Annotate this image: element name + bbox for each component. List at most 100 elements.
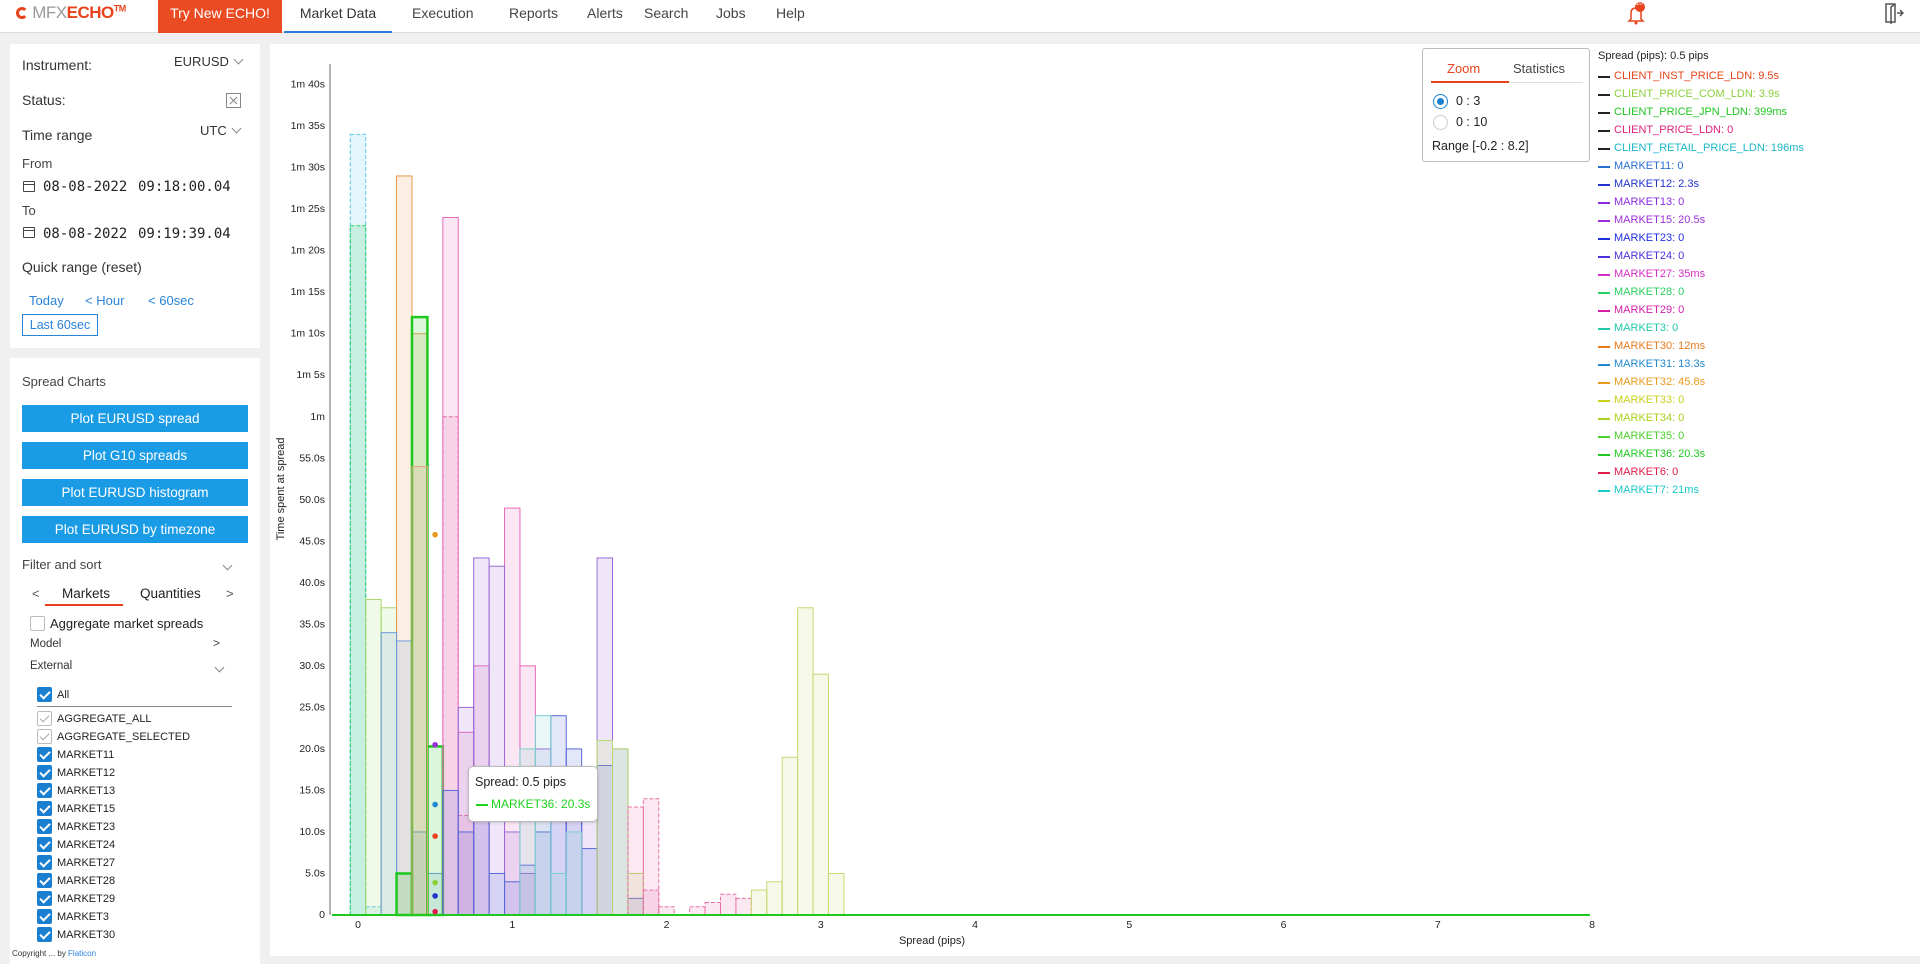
histogram-bar[interactable] <box>395 872 414 917</box>
mfx-echo-logo[interactable]: MFXECHOTM <box>16 3 126 23</box>
market-checkbox-market29[interactable] <box>37 891 52 906</box>
legend-item[interactable]: MARKET15: 20.5s <box>1598 212 1918 230</box>
legend-item[interactable]: MARKET35: 0 <box>1598 428 1918 446</box>
histogram-bar[interactable] <box>781 756 799 916</box>
nav-help[interactable]: Help <box>776 0 805 33</box>
histogram-bar[interactable] <box>457 831 475 916</box>
legend-item[interactable]: MARKET6: 0 <box>1598 464 1918 482</box>
market-checkbox-market12[interactable] <box>37 765 52 780</box>
legend-item[interactable]: MARKET23: 0 <box>1598 230 1918 248</box>
calendar-icon[interactable] <box>23 227 35 238</box>
legend-item[interactable]: MARKET28: 0 <box>1598 284 1918 302</box>
status-clear-icon[interactable] <box>226 93 241 108</box>
notification-bell-icon[interactable]: 10+ <box>1624 1 1648 26</box>
quick-hour-button[interactable]: < Hour <box>85 293 124 308</box>
nav-search[interactable]: Search <box>644 0 688 33</box>
histogram-bar[interactable] <box>380 632 398 916</box>
plot-g10-spreads-button[interactable]: Plot G10 spreads <box>22 442 248 469</box>
from-date-input[interactable]: 08-08-2022 <box>43 179 127 195</box>
from-time-input[interactable]: 09:18:00.04 <box>138 179 231 195</box>
flaticon-link[interactable]: Flaticon <box>68 949 96 958</box>
nav-alerts[interactable]: Alerts <box>587 0 623 33</box>
histogram-bar[interactable] <box>750 889 768 916</box>
histogram-bar[interactable] <box>426 745 445 917</box>
histogram-bar[interactable] <box>442 789 459 916</box>
legend-item[interactable]: MARKET12: 2.3s <box>1598 176 1918 194</box>
plot-eurusd-spread-button[interactable]: Plot EURUSD spread <box>22 405 248 432</box>
instrument-select[interactable]: EURUSD <box>174 54 244 69</box>
histogram-bar[interactable] <box>488 872 506 916</box>
legend-item[interactable]: CLIENT_PRICE_LDN: 0 <box>1598 122 1918 140</box>
to-date-input[interactable]: 08-08-2022 <box>43 226 127 242</box>
histogram-bar[interactable] <box>689 906 706 916</box>
tab-quantities[interactable]: Quantities <box>140 586 201 601</box>
market-checkbox-market3[interactable] <box>37 909 52 924</box>
legend-item[interactable]: MARKET27: 35ms <box>1598 266 1918 284</box>
histogram-bar[interactable] <box>565 831 583 916</box>
histogram-bar[interactable] <box>349 225 367 916</box>
legend-item[interactable]: MARKET32: 45.8s <box>1598 374 1918 392</box>
model-label[interactable]: Model <box>30 638 61 650</box>
histogram-bar[interactable] <box>812 673 829 916</box>
market-checkbox-market23[interactable] <box>37 819 52 834</box>
tab-markets[interactable]: Markets <box>62 586 110 601</box>
to-time-input[interactable]: 09:19:39.04 <box>138 226 231 242</box>
legend-item[interactable]: MARKET33: 0 <box>1598 392 1918 410</box>
histogram-bar[interactable] <box>797 607 814 916</box>
legend-item[interactable]: CLIENT_RETAIL_PRICE_LDN: 196ms <box>1598 140 1918 158</box>
histogram-bar[interactable] <box>596 740 614 916</box>
histogram-bar[interactable] <box>411 466 428 916</box>
histogram-bar[interactable] <box>658 906 675 916</box>
histogram-bar[interactable] <box>504 881 521 916</box>
market-checkbox-aggregate_selected[interactable] <box>37 729 52 744</box>
tab-statistics[interactable]: Statistics <box>1513 61 1565 76</box>
histogram-bar[interactable] <box>719 893 737 916</box>
all-markets-checkbox[interactable] <box>37 687 52 702</box>
aggregate-market-spreads-checkbox[interactable] <box>30 616 45 631</box>
nav-reports[interactable]: Reports <box>509 0 558 33</box>
zoom-0-3-radio[interactable] <box>1433 94 1448 109</box>
nav-market-data[interactable]: Market Data <box>284 0 392 33</box>
legend-item[interactable]: CLIENT_PRICE_COM_LDN: 3.9s <box>1598 86 1918 104</box>
histogram-bar[interactable] <box>365 598 382 916</box>
legend-item[interactable]: MARKET3: 0 <box>1598 320 1918 338</box>
legend-item[interactable]: MARKET11: 0 <box>1598 158 1918 176</box>
external-label[interactable]: External <box>30 660 72 672</box>
market-checkbox-market24[interactable] <box>37 837 52 852</box>
plot-eurusd-by-timezone-button[interactable]: Plot EURUSD by timezone <box>22 516 248 543</box>
market-checkbox-market15[interactable] <box>37 801 52 816</box>
legend-item[interactable]: CLIENT_PRICE_JPN_LDN: 399ms <box>1598 104 1918 122</box>
chevron-down-icon[interactable] <box>214 662 225 673</box>
zoom-0-10-radio[interactable] <box>1433 115 1448 130</box>
quick-range-reset-link[interactable]: Quick range (reset) <box>22 259 142 275</box>
quick-60sec-button[interactable]: < 60sec <box>148 293 194 308</box>
histogram-bar[interactable] <box>612 748 629 916</box>
histogram-bar[interactable] <box>704 902 721 916</box>
tabs-scroll-right-icon[interactable]: > <box>226 586 234 601</box>
market-checkbox-market30[interactable] <box>37 927 52 942</box>
market-checkbox-market13[interactable] <box>37 783 52 798</box>
logout-icon[interactable] <box>1882 2 1905 24</box>
legend-item[interactable]: MARKET34: 0 <box>1598 410 1918 428</box>
filter-and-sort-label[interactable]: Filter and sort <box>22 557 101 572</box>
histogram-bar[interactable] <box>627 806 644 916</box>
histogram-bar[interactable] <box>642 889 660 916</box>
plot-eurusd-histogram-button[interactable]: Plot EURUSD histogram <box>22 479 248 506</box>
legend-item[interactable]: MARKET29: 0 <box>1598 302 1918 320</box>
chevron-down-icon[interactable] <box>222 560 233 571</box>
legend-item[interactable]: CLIENT_INST_PRICE_LDN: 9.5s <box>1598 68 1918 86</box>
histogram-bar[interactable] <box>550 872 567 916</box>
market-checkbox-market11[interactable] <box>37 747 52 762</box>
nav-execution[interactable]: Execution <box>412 0 473 33</box>
calendar-icon[interactable] <box>23 181 35 192</box>
market-checkbox-aggregate_all[interactable] <box>37 711 52 726</box>
legend-item[interactable]: MARKET36: 20.3s <box>1598 446 1918 464</box>
legend-item[interactable]: MARKET24: 0 <box>1598 248 1918 266</box>
legend-item[interactable]: MARKET7: 21ms <box>1598 482 1918 500</box>
nav-jobs[interactable]: Jobs <box>716 0 746 33</box>
timezone-select[interactable]: UTC <box>200 123 242 138</box>
chevron-right-icon[interactable]: > <box>213 636 220 650</box>
quick-today-button[interactable]: Today <box>29 293 64 308</box>
histogram-bar[interactable] <box>488 565 506 916</box>
histogram-bar[interactable] <box>766 881 783 916</box>
